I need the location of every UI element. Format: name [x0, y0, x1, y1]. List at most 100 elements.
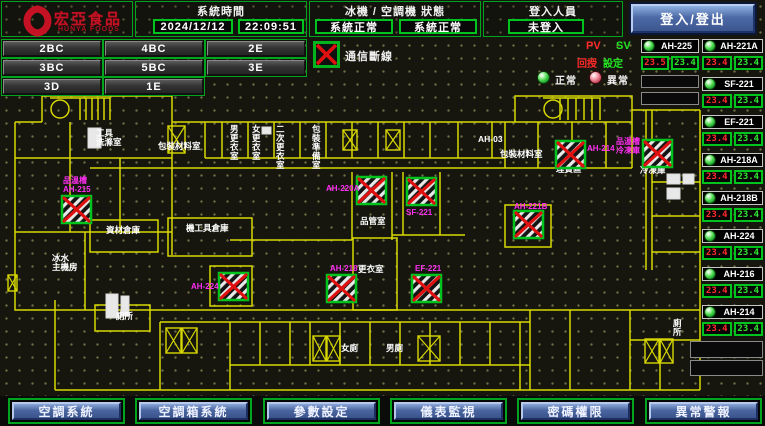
footer-button-5[interactable]: 密碼權限 — [521, 402, 630, 420]
system-date-value: 2024/12/12 — [153, 19, 233, 34]
room-label: AH-03 — [478, 134, 503, 144]
unit-row-AH-225[interactable]: AH-225 — [641, 39, 699, 53]
equipment-offline-box[interactable]: AH-218 — [327, 264, 358, 302]
login-label: 登入人員 — [484, 3, 622, 19]
equipment-offline-box[interactable]: AH-221B — [514, 202, 548, 238]
pv-sub-label: 回授 — [577, 55, 597, 70]
unit-row-SF-221[interactable]: SF-221 — [702, 77, 763, 91]
footer-button-frame: 參數設定 — [263, 398, 380, 424]
unit-row-AH-218B[interactable]: AH-218B — [702, 191, 763, 205]
stair-icon — [313, 336, 326, 361]
room-label: 品管室 — [360, 216, 386, 226]
unit-row-AH-218A[interactable]: AH-218A — [702, 153, 763, 167]
unit-row-AH-214[interactable]: AH-214 — [702, 305, 763, 319]
room-label: 包裝材料室 — [500, 149, 543, 159]
login-user-value: 未登入 — [508, 19, 584, 34]
room-label: 包裝材料室 — [158, 141, 201, 151]
system-clock-value: 22:09:51 — [238, 19, 304, 34]
floor-button-2E[interactable]: 2E — [207, 41, 305, 56]
svg-text:包裝準備室: 包裝準備室 — [311, 124, 321, 170]
room-label: 廁所 — [672, 318, 682, 337]
floor-button-3E[interactable]: 3E — [207, 60, 305, 75]
room-label: 女廁 — [341, 343, 359, 353]
svg-text:品管室: 品管室 — [360, 216, 386, 226]
floor-button-cell: 3D — [1, 77, 103, 96]
room-label: 更衣室 — [358, 264, 384, 274]
unit-row-AH-224[interactable]: AH-224 — [702, 229, 763, 243]
unit-name-label: AH-218A — [716, 155, 762, 165]
footer-button-frame: 儀表監視 — [390, 398, 507, 424]
comm-loss-legend: 通信斷線 — [313, 41, 433, 69]
unit-row-EF-221[interactable]: EF-221 — [702, 115, 763, 129]
unit-row-AH-221A[interactable]: AH-221A — [702, 39, 763, 53]
svg-text:資材倉庫: 資材倉庫 — [105, 225, 141, 235]
status-led-legend: 正常 異常 — [535, 70, 645, 88]
system-time-panel: 系統時間 2024/12/12 22:09:51 — [135, 1, 307, 37]
equipment-label: EF-221 — [415, 264, 442, 273]
footer-button-6[interactable]: 異常警報 — [649, 402, 758, 420]
svg-text:更衣室: 更衣室 — [358, 264, 384, 274]
floor-button-cell: 3BC — [1, 58, 103, 77]
footer-button-4[interactable]: 儀表監視 — [394, 402, 503, 420]
floor-button-2BC[interactable]: 2BC — [3, 41, 101, 56]
floor-button-3BC[interactable]: 3BC — [3, 60, 101, 75]
machine-status-panel: 冰機 / 空調機 狀態 系統正常 系統正常 — [309, 1, 481, 37]
equipment-label: AH-214 — [587, 144, 615, 153]
footer-button-1[interactable]: 空調系統 — [12, 402, 121, 420]
svg-text:男廁: 男廁 — [386, 343, 404, 353]
unit-row-AH-216[interactable]: AH-216 — [702, 267, 763, 281]
floor-button-3D[interactable]: 3D — [3, 79, 101, 94]
equipment-offline-box[interactable]: SF-221 — [406, 178, 436, 217]
footer-button-frame: 空調箱系統 — [135, 398, 252, 424]
unit-normal-led-icon — [704, 154, 716, 166]
floor-select-grid: 2BC 4BC 2E 3BC 5BC 3E 3D 1E — [1, 39, 313, 96]
login-logout-button[interactable]: 登入/登出 — [631, 4, 755, 33]
svg-text:二次更衣室: 二次更衣室 — [276, 124, 285, 170]
unit-normal-led-icon — [643, 40, 655, 52]
brand-mark-icon — [12, 4, 56, 38]
equipment-label: AH-220A — [326, 184, 360, 193]
stair-icon — [182, 328, 197, 353]
normal-label: 正常 — [555, 72, 577, 87]
equipment-label: 品溫槽冷凍庫 — [616, 136, 640, 155]
footer-button-frame: 異常警報 — [645, 398, 762, 424]
footer-button-2[interactable]: 空調箱系統 — [139, 402, 248, 420]
stair-icon — [418, 336, 440, 361]
room-label: 工具洗滌室 — [96, 128, 122, 147]
stair-icon — [166, 328, 181, 353]
system-time-label: 系統時間 — [136, 3, 306, 19]
stair-icon — [386, 130, 400, 150]
room-label: 男更衣室 — [230, 124, 239, 161]
floor-button-cell: 2E — [205, 39, 307, 58]
floor-button-1E[interactable]: 1E — [105, 79, 203, 94]
room-label: 冰水主機房 — [52, 253, 78, 272]
floor-button-5BC[interactable]: 5BC — [105, 60, 203, 75]
equipment-offline-box[interactable]: EF-221 — [412, 264, 442, 302]
svg-text:包裝材料室: 包裝材料室 — [500, 149, 543, 159]
scada-screen: { "header": { "brand": {"name": "宏亞食品", … — [0, 0, 765, 426]
stair-icon — [645, 339, 659, 363]
unit-name-label: AH-216 — [716, 269, 762, 279]
room-label: 機工具倉庫 — [186, 223, 229, 233]
svg-text:女更衣室: 女更衣室 — [252, 124, 261, 161]
unit-name-label: EF-221 — [716, 117, 762, 127]
svg-text:女廁: 女廁 — [341, 343, 359, 353]
svg-text:包裝材料室: 包裝材料室 — [158, 141, 201, 151]
equipment-offline-box[interactable]: AH-224 — [191, 273, 248, 300]
unit-normal-led-icon — [704, 268, 716, 280]
unit-normal-led-icon — [704, 192, 716, 204]
header-bar: 宏亞食品 HUNYA FOODS 系統時間 2024/12/12 22:09:5… — [0, 0, 765, 38]
equipment-offline-box[interactable]: 品溫槽冷凍庫 — [616, 136, 672, 167]
equipment-label: AH-218 — [330, 264, 358, 273]
footer-button-3[interactable]: 參數設定 — [267, 402, 376, 420]
floor-button-4BC[interactable]: 4BC — [105, 41, 203, 56]
normal-led-icon — [537, 71, 550, 84]
equipment-label: 品溫槽AH-215 — [63, 175, 91, 194]
abnormal-led-icon — [589, 71, 602, 84]
brand-logo: 宏亞食品 HUNYA FOODS — [1, 1, 133, 37]
equipment-label: AH-221B — [514, 202, 548, 211]
equipment-offline-box[interactable]: AH-220A — [326, 177, 386, 204]
pv-label: PV — [586, 40, 601, 52]
equipment-offline-box[interactable]: 品溫槽AH-215 — [62, 175, 91, 223]
fixtures — [88, 127, 694, 318]
